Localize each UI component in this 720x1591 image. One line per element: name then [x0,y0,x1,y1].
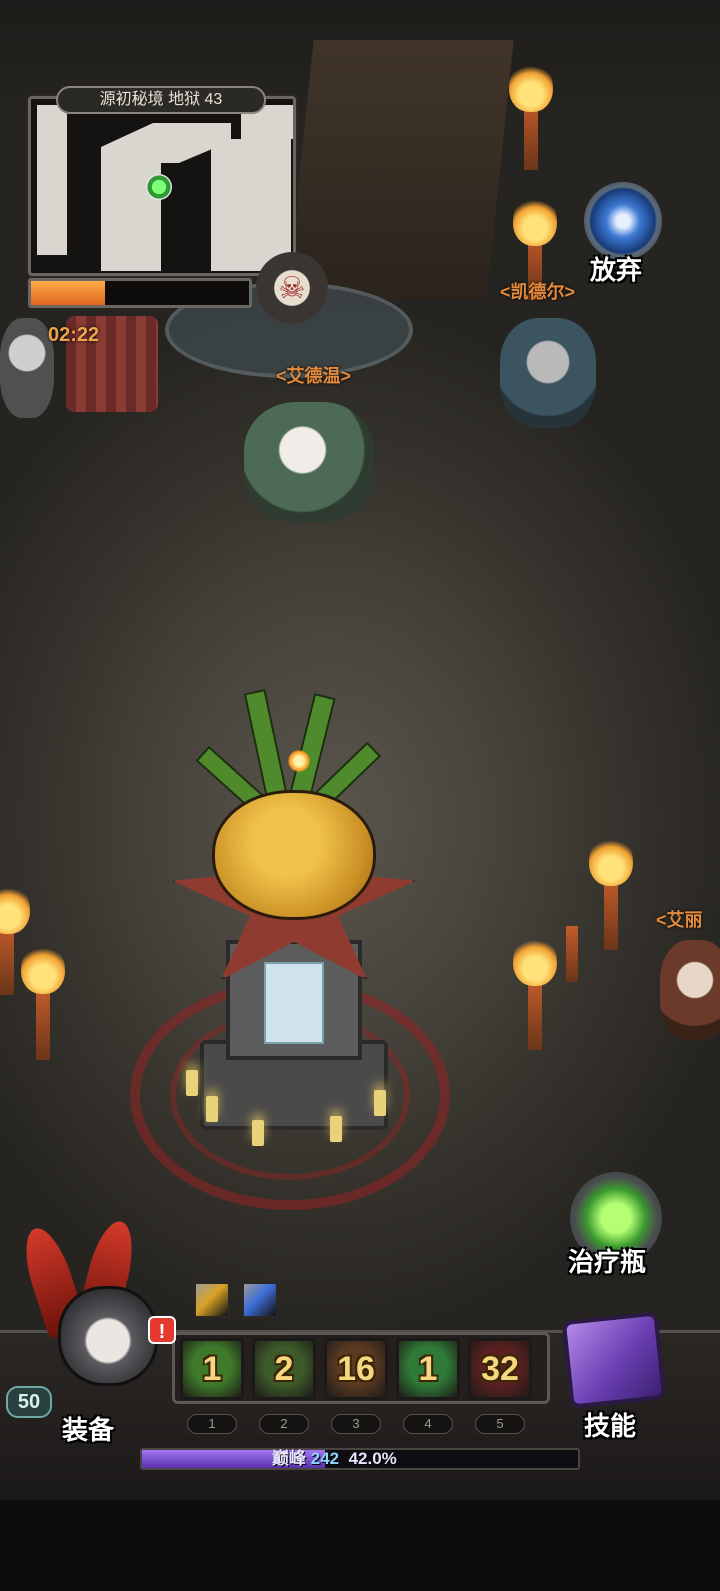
skill-slot-count: 1 [202,1349,222,1388]
torch [36,990,50,1060]
npc-label-aidewen: <艾德温> [276,366,352,386]
player-location-marker [146,174,172,200]
equipment-button-label[interactable]: 装备 [62,1410,114,1447]
skill-slot-count: 2 [274,1349,294,1388]
map-wall [211,139,291,271]
torch-flame [509,62,553,112]
torch [0,925,14,995]
skill-slot-3[interactable]: 16 [324,1338,388,1400]
torch-flame [513,936,557,986]
skill-book-button[interactable] [561,1311,667,1409]
candle [252,1120,264,1146]
candle [186,1070,198,1096]
torch-flame [589,836,633,886]
skill-slot-count: 32 [481,1349,519,1388]
torch-flame [21,944,65,994]
xp-label: 巅峰 [272,1449,306,1468]
potion-label: 治疗瓶 [568,1247,647,1277]
stage-progress-fill [31,281,106,305]
stage-timer: 02:22 [48,324,100,346]
tent-building [286,40,514,300]
lightning-buff-icon[interactable] [242,1282,278,1318]
xp-readout: 巅峰 242 42.0% [272,1448,397,1470]
hero-level-badge: 50 [6,1386,52,1418]
npc-label-kaideer: <凯德尔> [500,282,576,302]
xp-percent: 42.0% [348,1449,397,1468]
equipment-alert-badge: ! [148,1316,176,1344]
skills-button-label[interactable]: 技能 [584,1406,636,1443]
candle [330,1116,342,1142]
npc-left-edge[interactable] [0,318,54,418]
skill-key-4: 4 [403,1414,453,1434]
skill-key-5: 5 [475,1414,525,1434]
skill-slot-4[interactable]: 1 [396,1338,460,1400]
skill-slot-2[interactable]: 2 [252,1338,316,1400]
post [566,926,578,982]
skill-slot-1[interactable]: 1 [180,1338,244,1400]
torch [528,980,542,1050]
gold-buff-icon[interactable] [194,1282,230,1318]
torch [604,880,618,950]
boss-skull-icon[interactable]: ☠ [256,252,328,324]
glowing-orb [288,750,310,772]
skill-key-3: 3 [331,1414,381,1434]
xp-level: 242 [310,1449,340,1468]
altar-banner [264,962,324,1044]
skill-key-2: 2 [259,1414,309,1434]
hero-portrait [58,1286,158,1386]
minimap-title: 源初秘境 地狱 43 [56,86,266,114]
stage-progress-bar [28,278,252,308]
map-wall [37,105,67,255]
npc-aili[interactable] [660,940,720,1040]
npc-kaideer[interactable] [500,318,596,428]
pineapple-boss[interactable] [212,790,376,920]
skill-slot-count: 16 [337,1349,375,1388]
candle [374,1090,386,1116]
bottom-bar [0,1500,720,1591]
torch-flame [0,884,30,934]
skill-slot-5[interactable]: 32 [468,1338,532,1400]
torch-flame [513,196,557,246]
skill-slot-count: 1 [418,1349,438,1388]
npc-label-aili: <艾丽 [656,910,703,930]
candle [206,1096,218,1122]
hero-avatar[interactable] [15,1216,168,1406]
skill-key-1: 1 [187,1414,237,1434]
abandon-label: 放弃 [590,255,643,285]
abandon-portal-button[interactable] [584,182,662,260]
npc-aidewen[interactable] [244,402,374,522]
